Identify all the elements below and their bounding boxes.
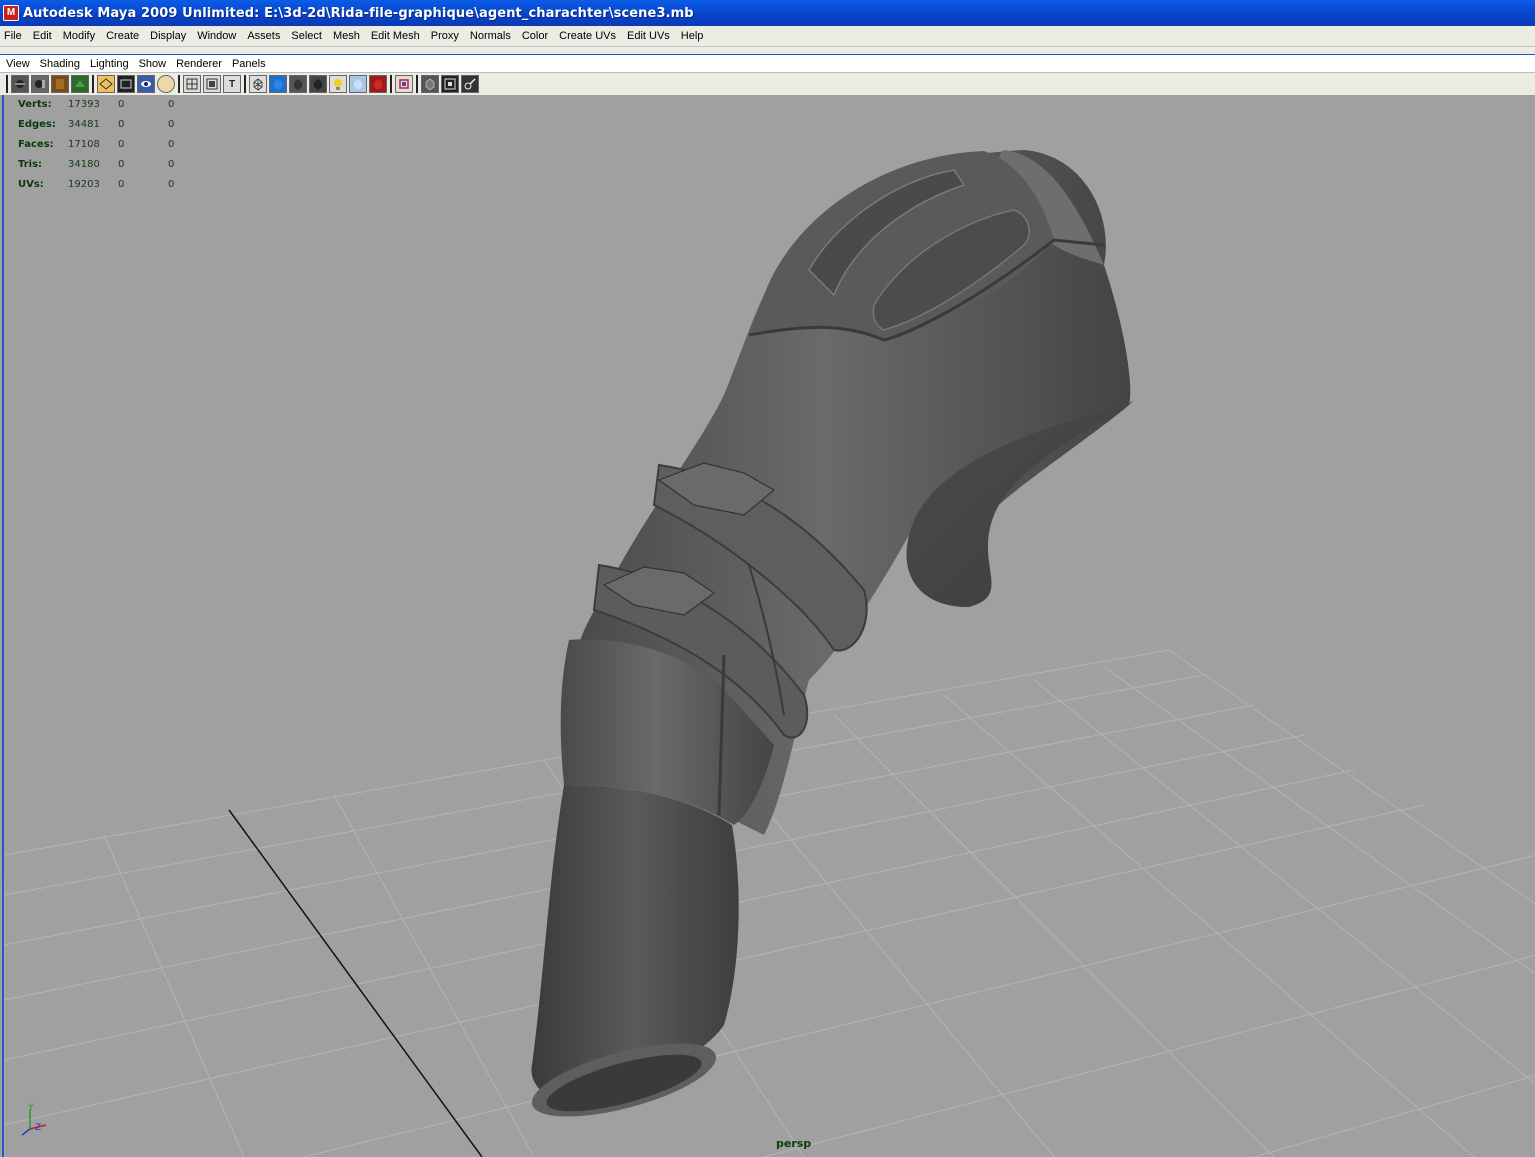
toolbar-separator [6,75,8,93]
menu-file[interactable]: File [0,30,28,42]
hud-value: 0 [168,98,175,110]
camera-attributes-icon[interactable] [31,75,49,93]
maya-app-icon[interactable]: M [3,5,19,21]
shadows-icon[interactable] [349,75,367,93]
axis-z-label: Z [35,1123,41,1133]
hud-value: 17393 [68,98,100,110]
hud-value: 0 [168,178,175,190]
panel-menu-bar: View Shading Lighting Show Renderer Pane… [0,55,1535,73]
gate-mask-icon[interactable] [157,75,175,93]
main-menu-bar: File Edit Modify Create Display Window A… [0,26,1535,47]
hud-row-faces: Faces: 17108 0 0 [18,134,198,154]
menu-proxy[interactable]: Proxy [426,30,465,42]
axis-y-label: Y [27,1103,34,1113]
hud-icon[interactable] [461,75,479,93]
hud-value: 0 [118,178,125,190]
toolbar-separator [390,75,392,93]
panel-menu-lighting[interactable]: Lighting [85,58,134,70]
panel-menu-view[interactable]: View [0,58,35,70]
panel-menu-renderer[interactable]: Renderer [171,58,227,70]
camera-name-label: persp [776,1137,812,1150]
hud-value: 0 [168,118,175,130]
panel-toolbar: T [0,73,1535,95]
menu-create[interactable]: Create [101,30,145,42]
menu-create-uvs[interactable]: Create UVs [554,30,622,42]
bounding-box-icon[interactable] [309,75,327,93]
hud-row-uvs: UVs: 19203 0 0 [18,174,198,194]
isolate-icon[interactable] [421,75,439,93]
smooth-shade-icon[interactable] [269,75,287,93]
panel-menu-panels[interactable]: Panels [227,58,271,70]
hud-label: UVs: [18,178,44,190]
menu-color[interactable]: Color [517,30,554,42]
bookmark-icon[interactable] [51,75,69,93]
poly-count-hud: Verts: 17393 0 0 Edges: 34481 0 0 Faces:… [18,95,198,194]
hud-value: 0 [118,138,125,150]
hud-value: 19203 [68,178,100,190]
wireframe-icon[interactable] [249,75,267,93]
hud-value: 34180 [68,158,100,170]
grid-toggle-icon[interactable] [97,75,115,93]
hud-value: 34481 [68,118,100,130]
hud-label: Verts: [18,98,52,110]
hud-value: 0 [118,118,125,130]
hud-value: 0 [168,158,175,170]
hud-row-tris: Tris: 34180 0 0 [18,154,198,174]
menu-normals[interactable]: Normals [465,30,517,42]
menu-window[interactable]: Window [192,30,242,42]
leg-mesh[interactable] [525,150,1134,1132]
hud-row-edges: Edges: 34481 0 0 [18,114,198,134]
frame-all-icon[interactable] [441,75,459,93]
menu-edit[interactable]: Edit [28,30,58,42]
menu-assets[interactable]: Assets [242,30,286,42]
menu-display[interactable]: Display [145,30,192,42]
menu-select[interactable]: Select [286,30,328,42]
viewport-scene [4,150,1535,1157]
menu-edit-uvs[interactable]: Edit UVs [622,30,676,42]
toolbar-separator [92,75,94,93]
toolbar-separator [416,75,418,93]
panel-menu-show[interactable]: Show [134,58,172,70]
menu-mesh[interactable]: Mesh [328,30,366,42]
safe-action-icon[interactable] [203,75,221,93]
flat-shade-icon[interactable] [289,75,307,93]
toolbar-separator [244,75,246,93]
menu-edit-mesh[interactable]: Edit Mesh [366,30,426,42]
hud-value: 0 [118,98,125,110]
perspective-viewport[interactable]: Verts: 17393 0 0 Edges: 34481 0 0 Faces:… [2,95,1535,1157]
image-plane-icon[interactable] [71,75,89,93]
panel-menu-shading[interactable]: Shading [35,58,85,70]
hud-value: 0 [168,138,175,150]
film-gate-icon[interactable] [117,75,135,93]
grid-axis-line [228,809,483,1157]
hud-value: 17108 [68,138,100,150]
hud-value: 0 [118,158,125,170]
camera-select-icon[interactable] [11,75,29,93]
textures-icon[interactable] [369,75,387,93]
view-axis-gizmo: Y Z [21,1103,47,1136]
menu-help[interactable]: Help [676,30,710,42]
field-chart-icon[interactable] [183,75,201,93]
resolution-gate-icon[interactable] [137,75,155,93]
xray-icon[interactable] [395,75,413,93]
window-title: Autodesk Maya 2009 Unlimited: E:\3d-2d\R… [23,5,694,21]
menu-modify[interactable]: Modify [58,30,101,42]
hud-label: Faces: [18,138,54,150]
hud-label: Tris: [18,158,43,170]
window-title-bar: M Autodesk Maya 2009 Unlimited: E:\3d-2d… [0,0,1535,26]
safe-title-icon[interactable]: T [223,75,241,93]
use-lights-icon[interactable] [329,75,347,93]
hud-label: Edges: [18,118,56,130]
hud-row-verts: Verts: 17393 0 0 [18,95,198,114]
toolbar-separator [178,75,180,93]
